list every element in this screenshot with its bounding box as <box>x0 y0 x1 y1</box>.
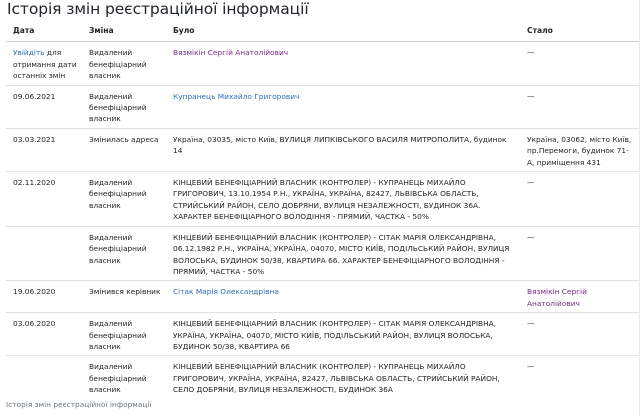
cell-date <box>6 225 82 281</box>
person-link[interactable]: Купранець Михайло Григорович <box>173 92 299 101</box>
person-link[interactable]: Сітак Марія Олександрівна <box>173 287 279 296</box>
table-row: Увійдіть для отримання дати останніх змі… <box>6 42 640 85</box>
history-table: Дата Зміна Було Стало Увійдіть для отрим… <box>6 19 640 399</box>
table-caption: Історія змін реєстраційної інформації <box>6 400 152 409</box>
table-body: Увійдіть для отримання дати останніх змі… <box>6 42 640 399</box>
cell-date: 03.03.2021 <box>6 127 82 172</box>
cell-date: 03.06.2020 <box>6 312 82 356</box>
cell-change: Видалений бенефіціарний власник <box>82 84 166 129</box>
cell-date: 09.06.2021 <box>6 84 82 129</box>
table-row: 09.06.2021 Видалений бенефіціарний власн… <box>6 84 640 129</box>
cell-before: КІНЦЕВИЙ БЕНЕФІЦІАРНИЙ ВЛАСНИК (КОНТРОЛЕ… <box>166 312 520 356</box>
header-date: Дата <box>6 19 82 43</box>
header-before: Було <box>166 19 520 43</box>
header-row: Дата Зміна Було Стало <box>6 19 640 43</box>
cell-after: — <box>520 355 640 399</box>
cell-change: Видалений бенефіціарний власник <box>82 312 166 356</box>
header-change: Зміна <box>82 19 166 43</box>
cell-date: 02.11.2020 <box>6 171 82 227</box>
cell-change: Видалений бенефіціарний власник <box>82 355 166 399</box>
cell-after: — <box>520 225 640 281</box>
cell-before: КІНЦЕВИЙ БЕНЕФІЦІАРНИЙ ВЛАСНИК (КОНТРОЛЕ… <box>166 225 520 281</box>
table-row: 02.11.2020 Видалений бенефіціарний власн… <box>6 171 640 227</box>
cell-after: — <box>520 171 640 227</box>
person-link[interactable]: Вязмікін Сергій Анатолійович <box>527 287 587 307</box>
cell-change: Видалений бенефіціарний власник <box>89 48 147 81</box>
cell-before: Україна, 03035, місто Київ, ВУЛИЦЯ ЛИПКІ… <box>166 127 520 172</box>
cell-date: Увійдіть для отримання дати останніх змі… <box>6 42 82 85</box>
person-link[interactable]: Вязмікін Сергій Анатолійович <box>173 48 288 57</box>
table-row: 03.03.2021 Змінилась адреса Україна, 030… <box>6 127 640 172</box>
cell-before: КІНЦЕВИЙ БЕНЕФІЦІАРНИЙ ВЛАСНИК (КОНТРОЛЕ… <box>166 355 520 399</box>
page-title: Історія змін реєстраційної інформації <box>7 0 309 18</box>
cell-after: — <box>520 84 640 129</box>
table-header: Дата Зміна Було Стало <box>6 19 640 43</box>
cell-before: Купранець Михайло Григорович <box>166 84 520 129</box>
cell-date: 19.06.2020 <box>6 280 82 313</box>
cell-after: — <box>520 312 640 356</box>
cell-after: — <box>527 48 535 58</box>
cell-before: Сітак Марія Олександрівна <box>166 280 520 313</box>
cell-before: КІНЦЕВИЙ БЕНЕФІЦІАРНИЙ ВЛАСНИК (КОНТРОЛЕ… <box>166 171 520 227</box>
cell-after: Україна, 03062, місто Київ, пр.Перемоги,… <box>520 127 640 172</box>
cell-date <box>6 355 82 399</box>
cell-change: Змінився керівник <box>82 280 166 313</box>
table-row: 03.06.2020 Видалений бенефіціарний власн… <box>6 312 640 356</box>
cell-change: Видалений бенефіціарний власник <box>82 171 166 227</box>
login-link[interactable]: Увійдіть <box>13 48 45 57</box>
cell-change: Видалений бенефіціарний власник <box>82 225 166 281</box>
cell-change: Змінилась адреса <box>82 127 166 172</box>
table-row: Видалений бенефіціарний власник КІНЦЕВИЙ… <box>6 225 640 281</box>
table-row: 19.06.2020 Змінився керівник Сітак Марія… <box>6 280 640 313</box>
cell-after: Вязмікін Сергій Анатолійович <box>520 280 640 313</box>
cell-before: Вязмікін Сергій Анатолійович <box>166 42 520 85</box>
header-after: Стало <box>520 19 640 43</box>
table-row: Видалений бенефіціарний власник КІНЦЕВИЙ… <box>6 355 640 399</box>
